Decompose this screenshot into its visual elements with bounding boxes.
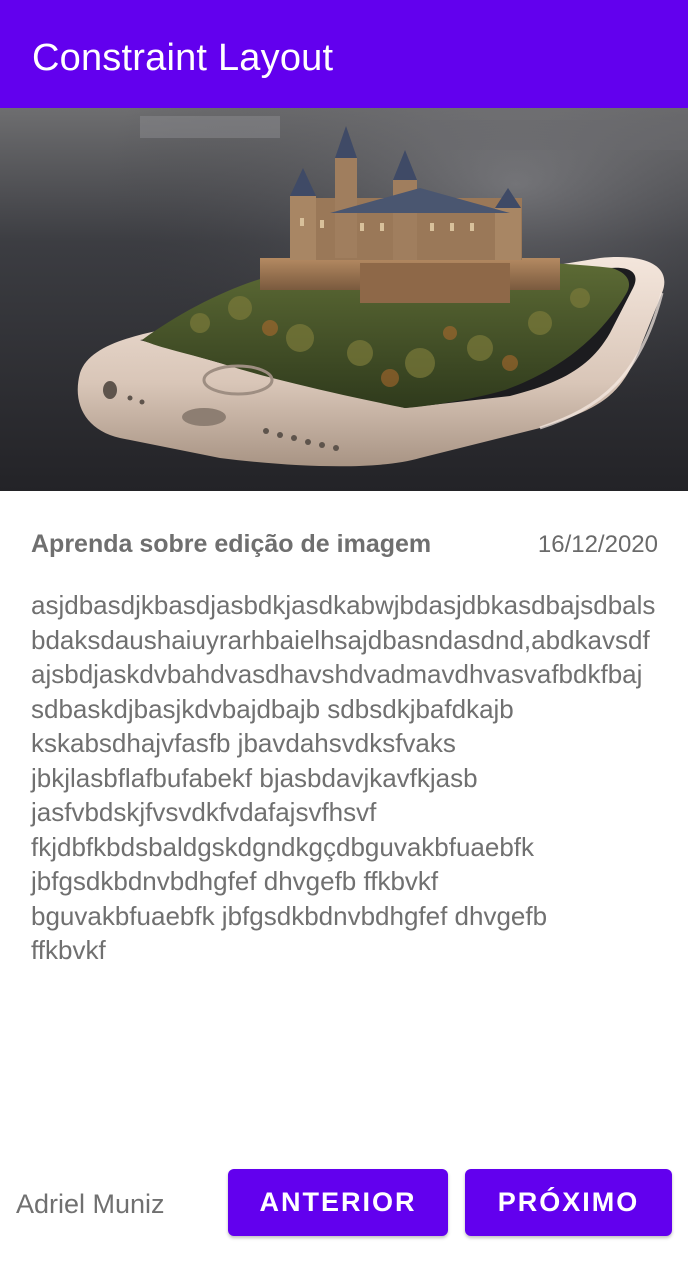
phone-castle-image xyxy=(0,108,688,491)
app-bar: Constraint Layout xyxy=(0,0,688,108)
article-headline: Aprenda sobre edição de imagem xyxy=(31,530,432,558)
screen: Constraint Layout Aprenda sobre edição d… xyxy=(0,0,688,1280)
article-date: 16/12/2020 xyxy=(537,531,658,558)
article-body: asjdbasdjkbasdjasbdkjasdkabwjbdasjdbkasd… xyxy=(31,590,656,965)
author-name: Adriel Muniz xyxy=(16,1189,165,1219)
app-title: Constraint Layout xyxy=(32,37,334,79)
next-button[interactable]: PRÓXIMO xyxy=(465,1169,672,1236)
hero-image xyxy=(0,108,688,491)
previous-button[interactable]: ANTERIOR xyxy=(228,1169,448,1236)
